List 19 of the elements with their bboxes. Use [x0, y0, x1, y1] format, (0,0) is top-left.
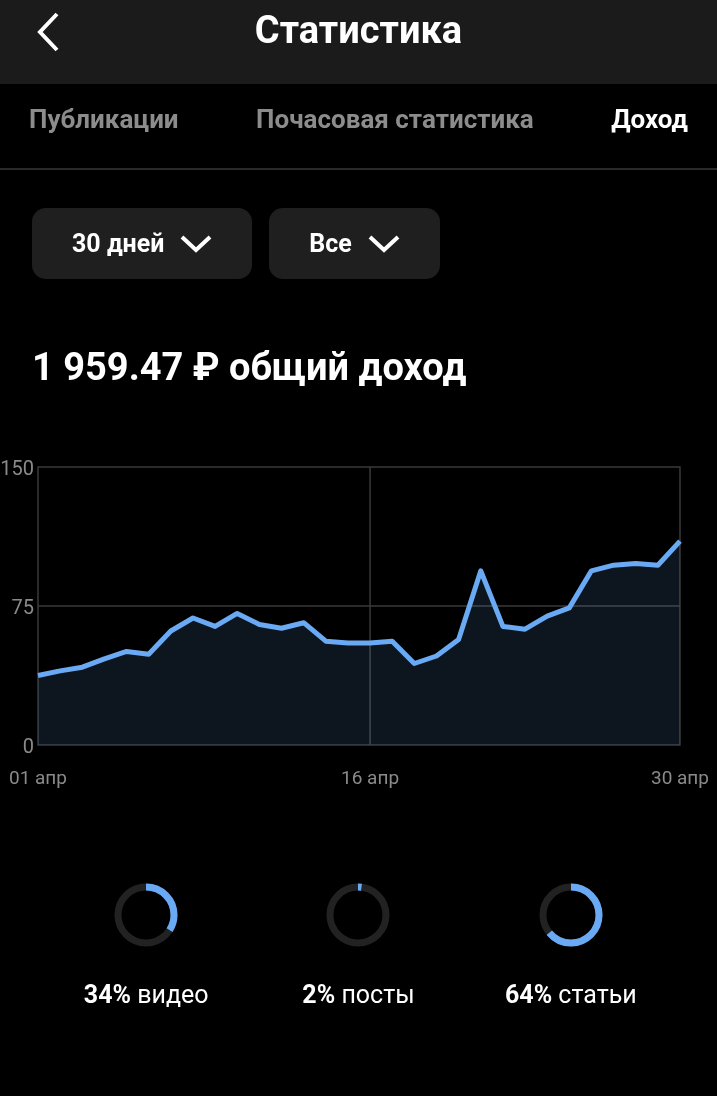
axis-tick-label: 0	[22, 734, 34, 758]
back-icon	[35, 11, 61, 53]
share-label: 64% статьи	[504, 979, 637, 1011]
total-income: 1 959.47 ₽ общий доход	[31, 345, 468, 389]
axis-tick-label: 30 апр	[651, 766, 709, 789]
share-label: 2% посты	[302, 979, 415, 1011]
screen-title: Статистика	[254, 6, 463, 54]
axis-tick-label: 01 апр	[9, 766, 67, 789]
tab[interactable]: Доход	[611, 99, 688, 139]
tab[interactable]: Почасовая статистика	[256, 99, 534, 139]
axis-tick-label: 150	[0, 456, 34, 480]
axis-tick-label: 16 апр	[341, 766, 400, 789]
chevron-down-icon	[180, 234, 213, 253]
chevron-down-icon	[367, 234, 400, 253]
filter-dropdown[interactable]: Все	[269, 208, 440, 279]
filter-dropdown[interactable]: 30 дней	[32, 208, 253, 279]
axis-tick-label: 75	[11, 595, 34, 619]
tab[interactable]: Публикации	[29, 99, 179, 139]
share-label: 34% видео	[83, 979, 209, 1011]
